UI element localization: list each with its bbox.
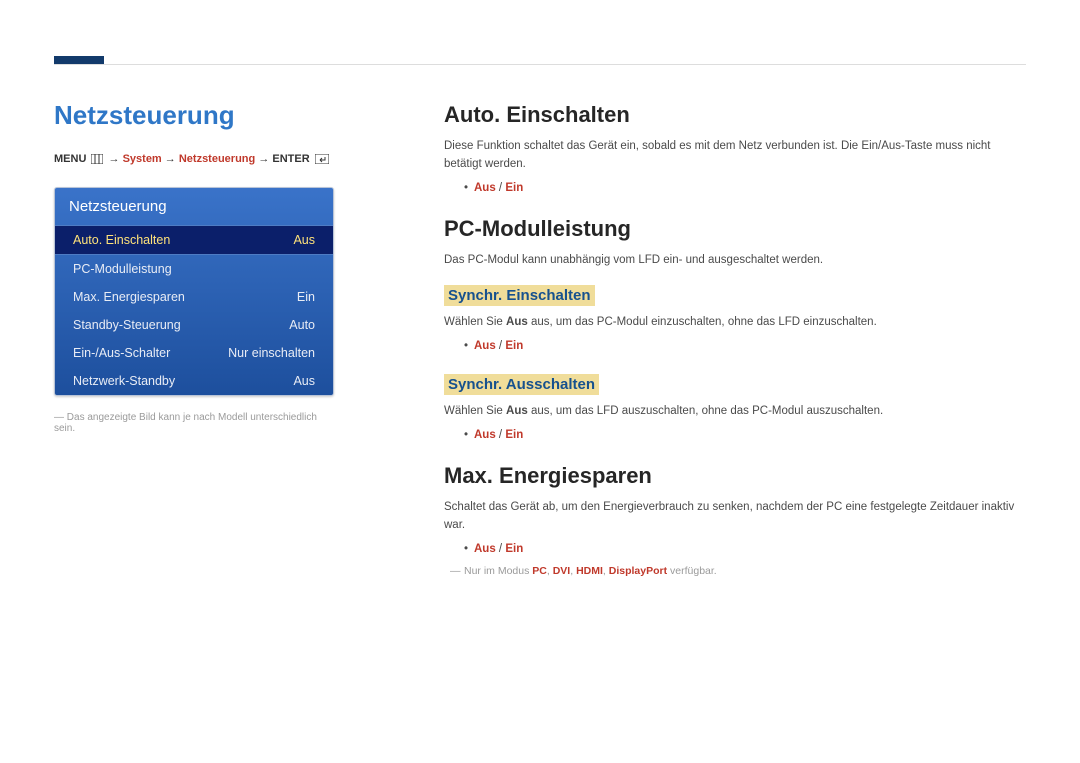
breadcrumb-system: System	[123, 153, 162, 165]
sync-on-post: aus, um das PC-Modul einzuschalten, ohne…	[528, 316, 877, 328]
menu-grid-icon	[91, 154, 103, 167]
menu-row-power-switch[interactable]: Ein-/Aus-Schalter Nur einschalten	[55, 339, 333, 367]
menu-row-auto-on[interactable]: Auto. Einschalten Aus	[55, 225, 333, 255]
menu-row-label: Netzwerk-Standby	[73, 374, 175, 388]
footnote-mode-dp: DisplayPort	[609, 565, 667, 577]
heading-auto-on: Auto. Einschalten	[444, 102, 1026, 128]
enter-icon	[315, 154, 329, 167]
option-aus: Aus	[474, 429, 496, 441]
subheading-sync-on: Synchr. Einschalten	[444, 285, 595, 306]
header-rule	[54, 64, 1026, 65]
menu-row-label: PC-Modulleistung	[73, 262, 172, 276]
menu-row-value: Aus	[293, 233, 315, 247]
breadcrumb-enter: ENTER	[272, 153, 309, 165]
footnote-mode-pc: PC	[532, 565, 547, 577]
breadcrumb-netz: Netzsteuerung	[179, 153, 255, 165]
header-accent	[54, 56, 104, 64]
option-aus: Aus	[474, 340, 496, 352]
options-max-energy: Aus / Ein	[444, 543, 1026, 555]
menu-row-value: Aus	[293, 374, 315, 388]
sync-off-bold: Aus	[506, 405, 528, 417]
page-title: Netzsteuerung	[54, 100, 334, 131]
text-max-energy: Schaltet das Gerät ab, um den Energiever…	[444, 499, 1026, 535]
menu-row-standby[interactable]: Standby-Steuerung Auto	[55, 311, 333, 339]
subheading-sync-off: Synchr. Ausschalten	[444, 374, 599, 395]
text-auto-on: Diese Funktion schaltet das Gerät ein, s…	[444, 138, 1026, 174]
image-caption: ― Das angezeigte Bild kann je nach Model…	[54, 412, 334, 434]
options-sync-on: Aus / Ein	[444, 340, 1026, 352]
footnote-mode-dvi: DVI	[553, 565, 571, 577]
options-sync-off: Aus / Ein	[444, 429, 1026, 441]
text-pc-module: Das PC-Modul kann unabhängig vom LFD ein…	[444, 252, 1026, 270]
heading-pc-module: PC-Modulleistung	[444, 216, 1026, 242]
device-menu-title: Netzsteuerung	[55, 188, 333, 225]
text-sync-on: Wählen Sie Aus aus, um das PC-Modul einz…	[444, 314, 1026, 332]
option-sep: /	[496, 182, 506, 194]
menu-row-value: Nur einschalten	[228, 346, 315, 360]
footnote-mode-hdmi: HDMI	[576, 565, 603, 577]
sync-on-bold: Aus	[506, 316, 528, 328]
option-ein: Ein	[505, 543, 523, 555]
breadcrumb-arrow-3: →	[258, 153, 269, 165]
menu-row-pc-module[interactable]: PC-Modulleistung	[55, 255, 333, 283]
menu-row-value: Auto	[289, 318, 315, 332]
sync-on-pre: Wählen Sie	[444, 316, 506, 328]
option-aus: Aus	[474, 543, 496, 555]
option-sep: /	[496, 429, 506, 441]
option-ein: Ein	[505, 182, 523, 194]
option-ein: Ein	[505, 340, 523, 352]
heading-max-energy: Max. Energiesparen	[444, 463, 1026, 489]
sync-off-pre: Wählen Sie	[444, 405, 506, 417]
option-sep: /	[496, 340, 506, 352]
options-auto-on: Aus / Ein	[444, 182, 1026, 194]
footnote-max-energy: Nur im Modus PC, DVI, HDMI, DisplayPort …	[444, 565, 1026, 577]
footnote-post: verfügbar.	[667, 565, 717, 577]
menu-row-label: Standby-Steuerung	[73, 318, 181, 332]
sync-off-post: aus, um das LFD auszuschalten, ohne das …	[528, 405, 883, 417]
breadcrumb-arrow-1: →	[109, 153, 120, 165]
breadcrumb-arrow-2: →	[165, 153, 176, 165]
caption-text: Das angezeigte Bild kann je nach Modell …	[54, 412, 317, 434]
breadcrumb: MENU → System → Netzsteuerung → ENTER	[54, 153, 334, 167]
menu-row-label: Auto. Einschalten	[73, 233, 170, 247]
option-aus: Aus	[474, 182, 496, 194]
breadcrumb-menu: MENU	[54, 153, 86, 165]
menu-row-label: Max. Energiesparen	[73, 290, 185, 304]
menu-row-network-standby[interactable]: Netzwerk-Standby Aus	[55, 367, 333, 395]
menu-row-label: Ein-/Aus-Schalter	[73, 346, 170, 360]
text-sync-off: Wählen Sie Aus aus, um das LFD auszuscha…	[444, 403, 1026, 421]
option-ein: Ein	[505, 429, 523, 441]
menu-row-max-energy[interactable]: Max. Energiesparen Ein	[55, 283, 333, 311]
footnote-pre: Nur im Modus	[464, 565, 532, 577]
option-sep: /	[496, 543, 506, 555]
device-menu: Netzsteuerung Auto. Einschalten Aus PC-M…	[54, 187, 334, 396]
menu-row-value: Ein	[297, 290, 315, 304]
